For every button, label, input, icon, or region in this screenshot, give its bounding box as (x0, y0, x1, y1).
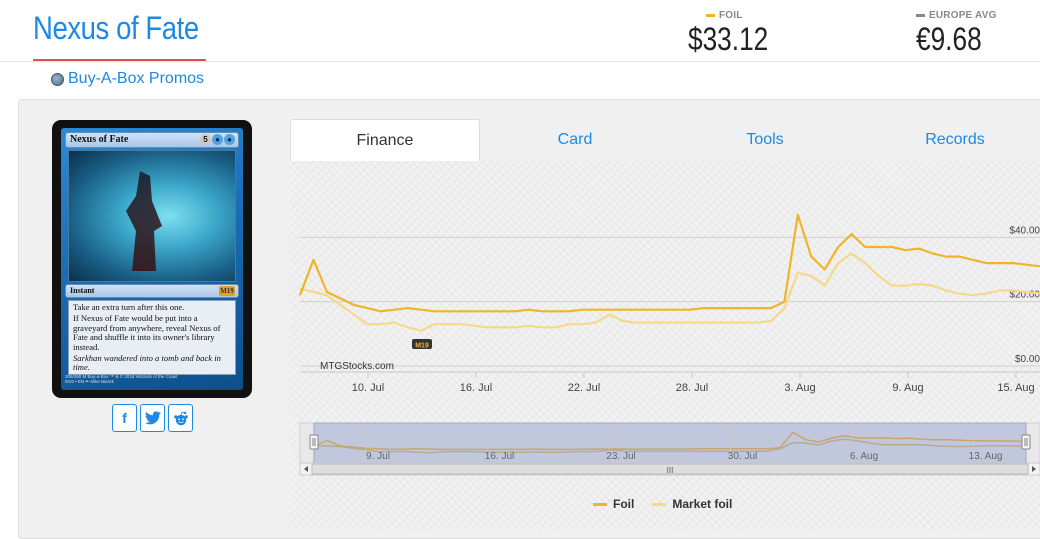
set-link[interactable]: Buy-A-Box Promos (51, 70, 204, 88)
card-art-figure (126, 171, 162, 271)
facebook-share-button[interactable]: f (112, 404, 137, 432)
chart-watermark: MTGStocks.com (320, 361, 394, 372)
mana-blue-icon: ● (224, 134, 235, 145)
x-tick-label: 10. Jul (352, 382, 384, 394)
x-tick-label: 28. Jul (676, 382, 708, 394)
page-title: Nexus of Fate (33, 10, 199, 46)
card-inner: Nexus of Fate 5 ● ● Instant M19 Take an … (61, 128, 243, 390)
foil-price-label-text: FOIL (719, 10, 743, 21)
card-type-bar: Instant M19 (65, 284, 239, 298)
chart-set-badge: M19 (415, 343, 429, 350)
card-rules-text-1: Take an extra turn after this one. (73, 302, 185, 312)
legend-label-market-foil: Market foil (672, 497, 733, 511)
foil-price-label: FOIL (706, 10, 786, 21)
navigator-x-label: 13. Aug (969, 451, 1003, 462)
reddit-icon (173, 410, 188, 425)
facebook-icon: f (122, 410, 127, 426)
mana-blue-icon: ● (212, 134, 223, 145)
legend-swatch-foil (593, 502, 607, 506)
x-tick-label: 22. Jul (568, 382, 600, 394)
navigator-handle (309, 434, 319, 450)
card-name: Nexus of Fate (70, 134, 129, 145)
card-mana-cost: 5 ● ● (200, 134, 235, 145)
card-set-symbol-icon: M19 (219, 286, 235, 296)
x-tick-label: 16. Jul (460, 382, 492, 394)
navigator-x-label: 16. Jul (485, 451, 514, 462)
navigator-x-label: 23. Jul (606, 451, 635, 462)
y-tick-label: $40.00 (1009, 225, 1040, 236)
y-tick-label: $0.00 (1015, 354, 1040, 365)
price-chart-panel: $0.00 $20.00 $40.00 10. Jul 16. Jul 22. Jul 28… (290, 161, 1040, 529)
card-type-line: Instant (70, 286, 95, 295)
foil-legend-dash-icon (706, 14, 715, 17)
series-line-foil (298, 213, 1040, 313)
europe-avg-price-block: EUROPE AVG €9.68 (916, 10, 997, 58)
navigator-x-label: 6. Aug (850, 451, 878, 462)
price-chart[interactable]: $0.00$20.00$40.0010. Jul 16. Jul 22. Jul 28… (290, 161, 1040, 529)
tab-card[interactable]: Card (480, 119, 670, 161)
navigator-scrollbar-grip: III (667, 466, 674, 475)
twitter-icon (144, 411, 161, 425)
europe-avg-price-label-text: EUROPE AVG (929, 10, 997, 21)
card-textbox: Take an extra turn after this one. If Ne… (68, 300, 236, 375)
twitter-share-button[interactable]: t (140, 404, 165, 432)
legend-swatch-market-foil (652, 502, 667, 506)
set-icon (51, 72, 64, 86)
card-image[interactable]: Nexus of Fate 5 ● ● Instant M19 Take an … (52, 120, 252, 398)
card-flavor-text: Sarkhan wandered into a tomb and back in… (73, 353, 221, 373)
europe-avg-price-value: €9.68 (916, 21, 982, 57)
foil-price-block: FOIL $33.12 (688, 10, 786, 58)
card-name-bar: Nexus of Fate 5 ● ● (65, 132, 239, 148)
title-underline (33, 59, 206, 61)
page-header: Nexus of Fate FOIL $33.12 EUROPE AVG €9.… (0, 0, 1040, 62)
chart-legend: Foil Market foil (593, 497, 732, 511)
foil-price-value: $33.12 (688, 21, 769, 57)
tab-finance[interactable]: Finance (290, 119, 480, 161)
navigator-x-label: 30. Jul (728, 451, 757, 462)
legend-label-foil: Foil (613, 497, 635, 511)
europe-legend-dash-icon (916, 14, 925, 17)
social-share-buttons: f t r (112, 404, 193, 432)
navigator-x-label: 9. Jul (366, 451, 390, 462)
mana-generic-icon: 5 (200, 134, 211, 145)
tab-bar: Finance Card Tools Records (290, 119, 1040, 161)
x-tick-label: 3. Aug (784, 382, 815, 394)
tab-records[interactable]: Records (860, 119, 1040, 161)
navigator-selection (313, 422, 1027, 464)
set-name[interactable]: Buy-A-Box Promos (68, 70, 204, 88)
card-rules-text-2: If Nexus of Fate would be put into a gra… (73, 313, 221, 352)
legend-item-market-foil[interactable]: Market foil (652, 497, 732, 511)
legend-item-foil[interactable]: Foil (593, 497, 634, 511)
x-tick-label: 15. Aug (997, 382, 1034, 394)
card-footer: 306/280 M Buy-a-Box ™ & © 2018 Wizards o… (65, 374, 239, 388)
navigator-handle (1021, 434, 1031, 450)
card-art (68, 150, 236, 282)
x-tick-label: 9. Aug (892, 382, 923, 394)
series-line-market-foil (299, 252, 1040, 332)
europe-avg-price-label: EUROPE AVG (916, 10, 997, 21)
card-footer-line-2: M19 • EN ✒ Mike Bierek (65, 379, 114, 384)
reddit-share-button[interactable]: r (168, 404, 193, 432)
tab-tools[interactable]: Tools (670, 119, 860, 161)
